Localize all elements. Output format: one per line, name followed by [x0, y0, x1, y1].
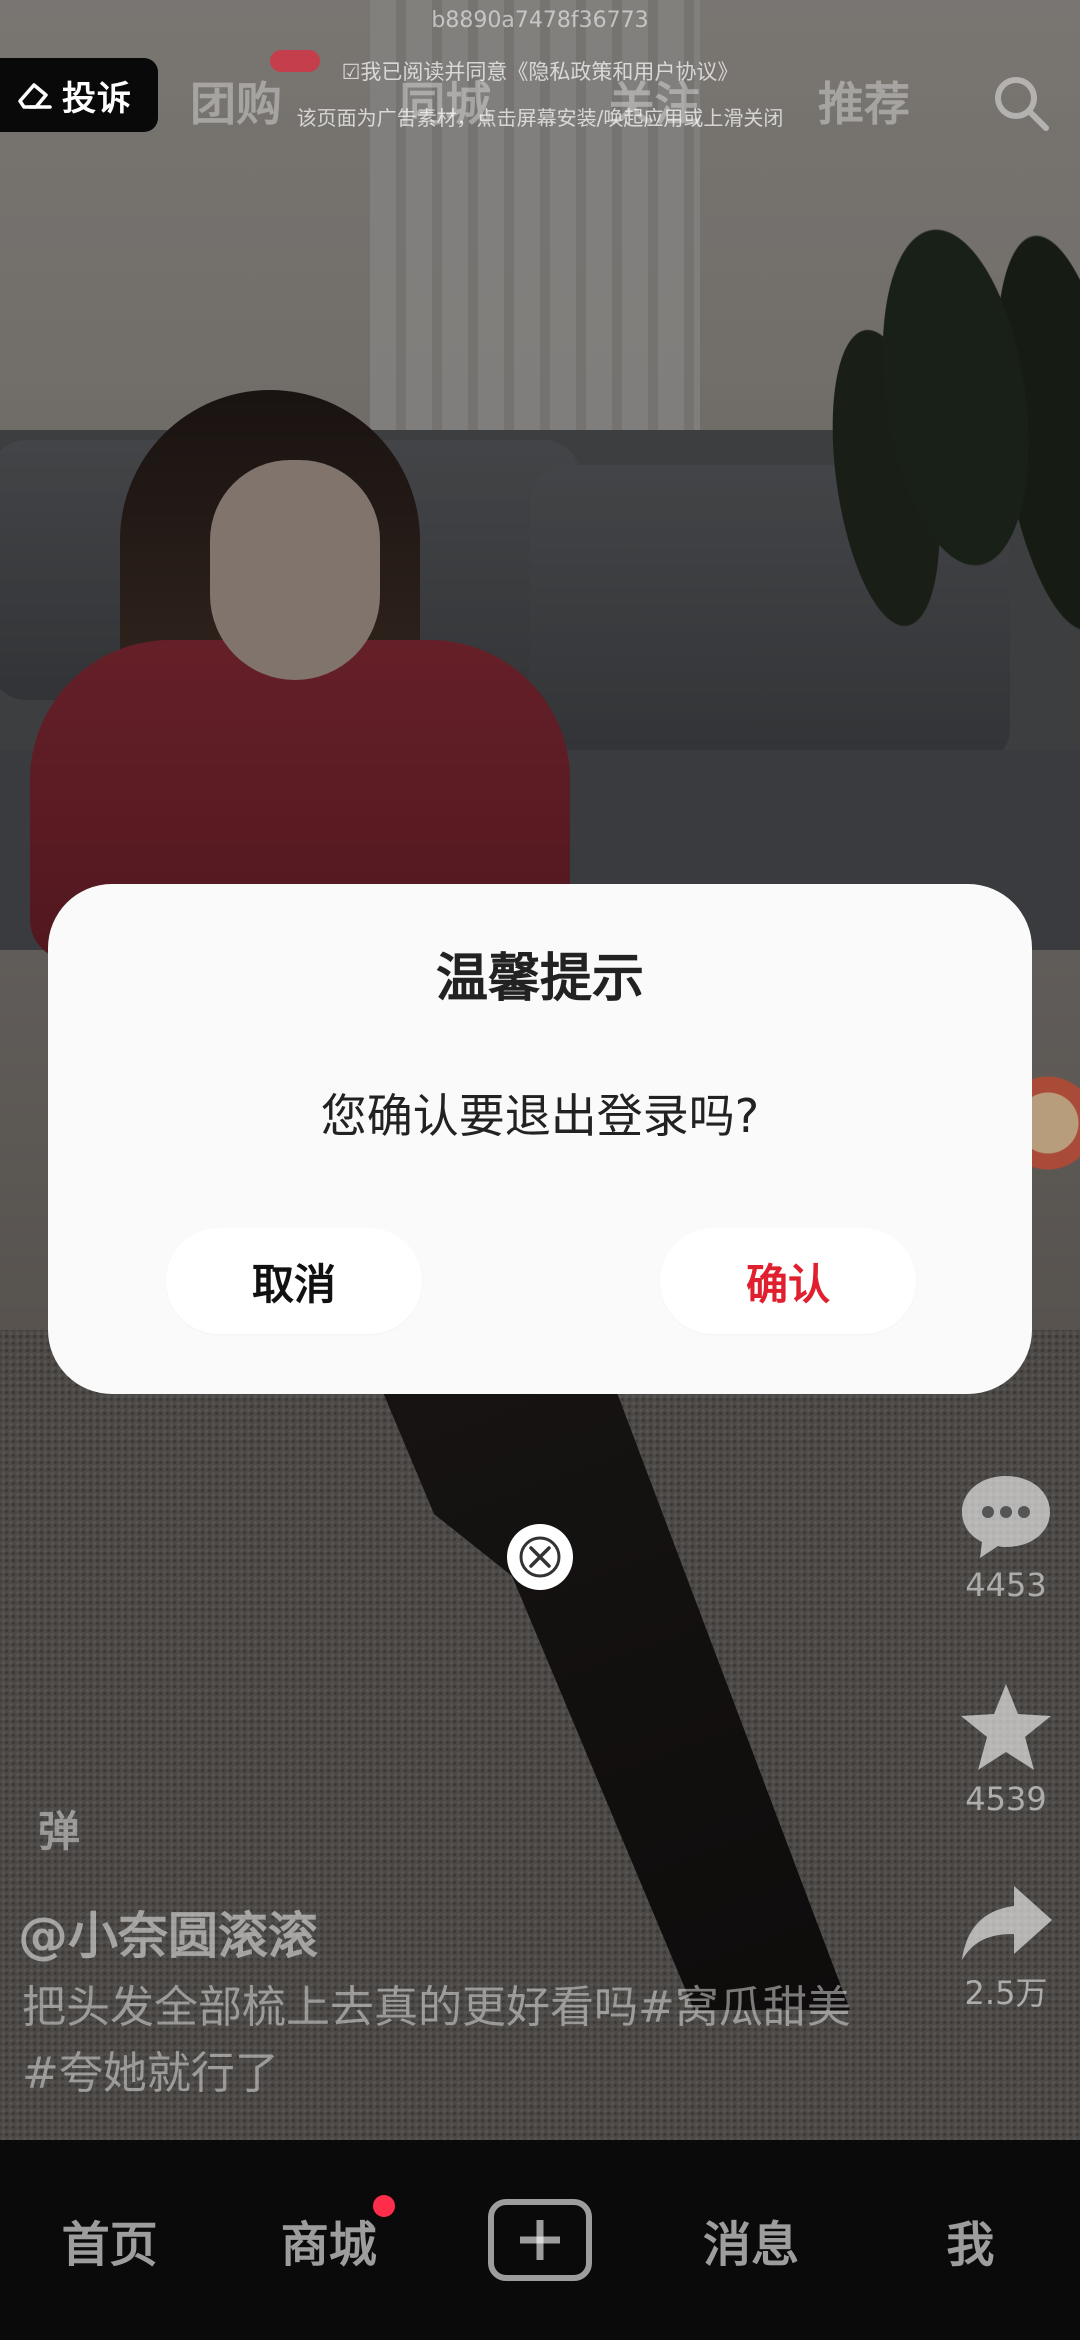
share-action[interactable]: 2.5万: [946, 1880, 1066, 2014]
nav-mall-label: 商城: [280, 2217, 377, 2273]
top-tabs: 团购 同城 关注 推荐: [190, 50, 910, 134]
confirm-button[interactable]: 确认: [660, 1228, 916, 1334]
comment-action[interactable]: 4453: [946, 1470, 1066, 1604]
nav-mall[interactable]: 商城: [269, 2195, 395, 2275]
complaint-label: 投诉: [62, 78, 132, 119]
notification-dot: [372, 2195, 395, 2217]
create-plus-button[interactable]: [487, 2199, 592, 2281]
complaint-button[interactable]: 投诉: [0, 58, 158, 132]
tab-local[interactable]: 同城: [399, 68, 491, 134]
nav-home[interactable]: 首页: [50, 2205, 170, 2275]
comment-count: 4453: [965, 1566, 1047, 1604]
share-count: 2.5万: [964, 1974, 1048, 2012]
eraser-icon: [18, 83, 52, 109]
search-icon[interactable]: [988, 70, 1052, 134]
nav-me[interactable]: 我: [910, 2205, 1030, 2275]
comment-icon: [962, 1476, 1050, 1558]
close-dialog-button[interactable]: [507, 1524, 573, 1590]
video-caption: 把头发全部梳上去真的更好看吗#窝瓜甜美#夸她就行了: [22, 1982, 851, 2099]
cancel-button[interactable]: 取消: [166, 1228, 422, 1334]
favorite-action[interactable]: 4539: [946, 1680, 1066, 1818]
favorite-count: 4539: [965, 1780, 1047, 1818]
close-icon: [519, 1536, 561, 1578]
tab-recommend[interactable]: 推荐: [818, 68, 910, 134]
author-name[interactable]: @小奈圆滚滚: [18, 1896, 318, 1968]
dialog-message: 您确认要退出登录吗?: [320, 1089, 760, 1143]
ad-id-text: b8890a7478f36773: [431, 8, 649, 33]
live-badge: [270, 50, 320, 72]
tab-group-buy[interactable]: 团购: [190, 68, 282, 134]
bottom-nav: 首页 商城 消息 我: [0, 2140, 1080, 2340]
share-icon: [962, 1886, 1052, 1960]
logout-dialog: 温馨提示 您确认要退出登录吗? 取消 确认: [48, 884, 1032, 1394]
dialog-title: 温馨提示: [435, 949, 644, 1009]
nav-messages[interactable]: 消息: [691, 2205, 811, 2275]
star-icon: [961, 1684, 1051, 1770]
tab-following[interactable]: 关注: [609, 68, 701, 134]
danmu-toggle[interactable]: 弹: [38, 1798, 80, 1859]
